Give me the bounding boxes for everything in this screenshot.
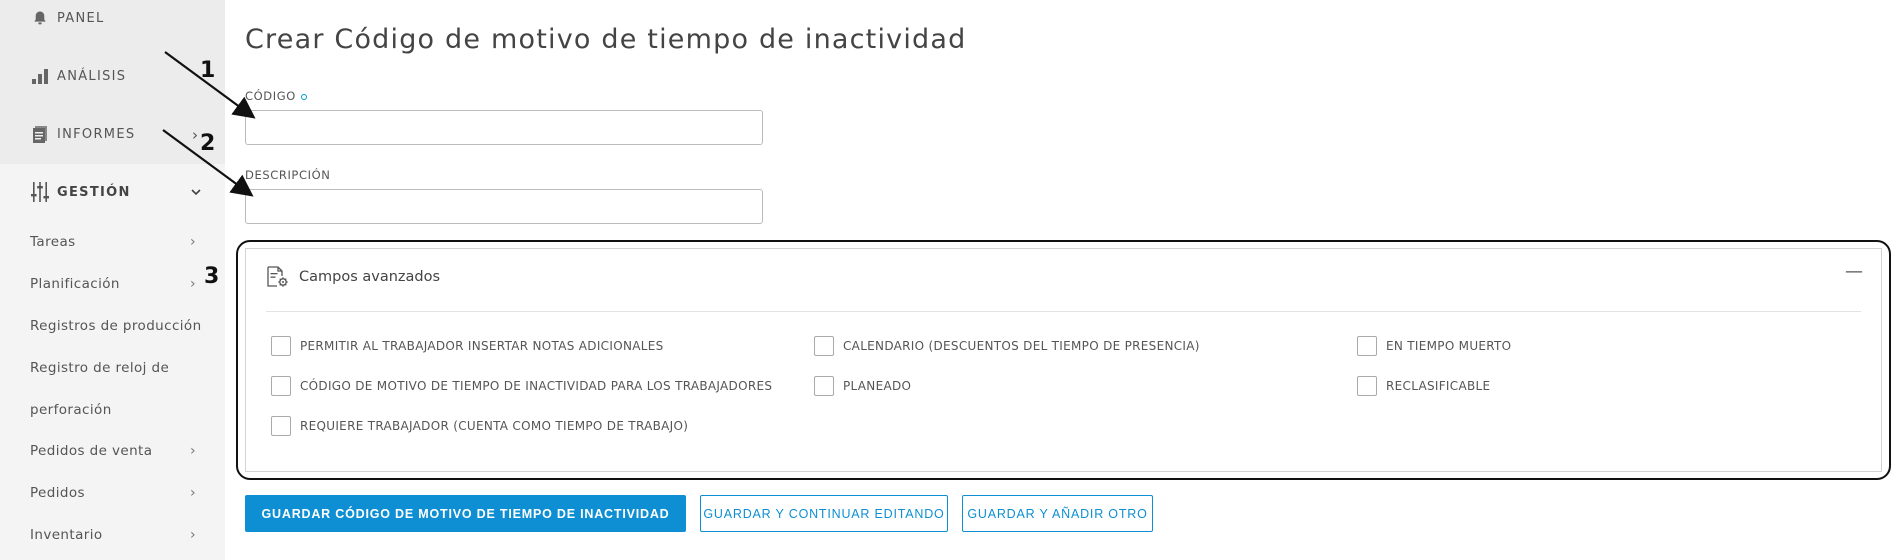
- required-indicator-icon: [300, 93, 307, 100]
- sidebar-item-planificacion[interactable]: Planificación: [30, 276, 120, 292]
- sidebar-sub-label: Inventario: [30, 527, 103, 543]
- annotation-label-3: 3: [204, 264, 220, 289]
- sidebar-item-registros-produccion[interactable]: Registros de producción: [30, 318, 202, 334]
- chevron-right-icon: ›: [190, 276, 196, 292]
- sidebar-item-tareas[interactable]: Tareas: [30, 234, 76, 250]
- annotation-label-2: 2: [200, 131, 216, 156]
- annotation-highlight-box: [236, 240, 1891, 480]
- code-input[interactable]: [245, 110, 763, 145]
- sidebar-sub-label: Tareas: [30, 234, 76, 250]
- chevron-right-icon: ›: [190, 485, 196, 501]
- annotation-arrows: [162, 51, 256, 197]
- sidebar-sub-label: Pedidos: [30, 485, 85, 501]
- sidebar-item-registro-reloj[interactable]: Registro de reloj de: [30, 360, 169, 376]
- description-input[interactable]: [245, 189, 763, 224]
- sidebar-item-inventario[interactable]: Inventario: [30, 527, 103, 543]
- sidebar-sub-label: perforación: [30, 402, 112, 418]
- save-add-another-button[interactable]: GUARDAR Y AÑADIR OTRO: [962, 495, 1153, 532]
- save-button[interactable]: GUARDAR CÓDIGO DE MOTIVO DE TIEMPO DE IN…: [245, 495, 686, 532]
- chevron-right-icon: ›: [190, 234, 196, 250]
- sidebar-sub-label: Registros de producción: [30, 318, 202, 334]
- save-continue-button[interactable]: GUARDAR Y CONTINUAR EDITANDO: [700, 495, 948, 532]
- annotation-label-1: 1: [200, 58, 216, 83]
- sidebar-item-registro-reloj-cont[interactable]: perforación: [30, 402, 112, 418]
- sidebar-item-pedidos[interactable]: Pedidos: [30, 485, 85, 501]
- chevron-right-icon: ›: [190, 443, 196, 459]
- chevron-right-icon: ›: [190, 527, 196, 543]
- page-title: Crear Código de motivo de tiempo de inac…: [245, 24, 967, 55]
- sidebar-sub-label: Planificación: [30, 276, 120, 292]
- sidebar-sub-label: Registro de reloj de: [30, 360, 170, 376]
- sidebar-sub-label: Pedidos de venta: [30, 443, 153, 459]
- sidebar-item-pedidos-venta[interactable]: Pedidos de venta: [30, 443, 152, 459]
